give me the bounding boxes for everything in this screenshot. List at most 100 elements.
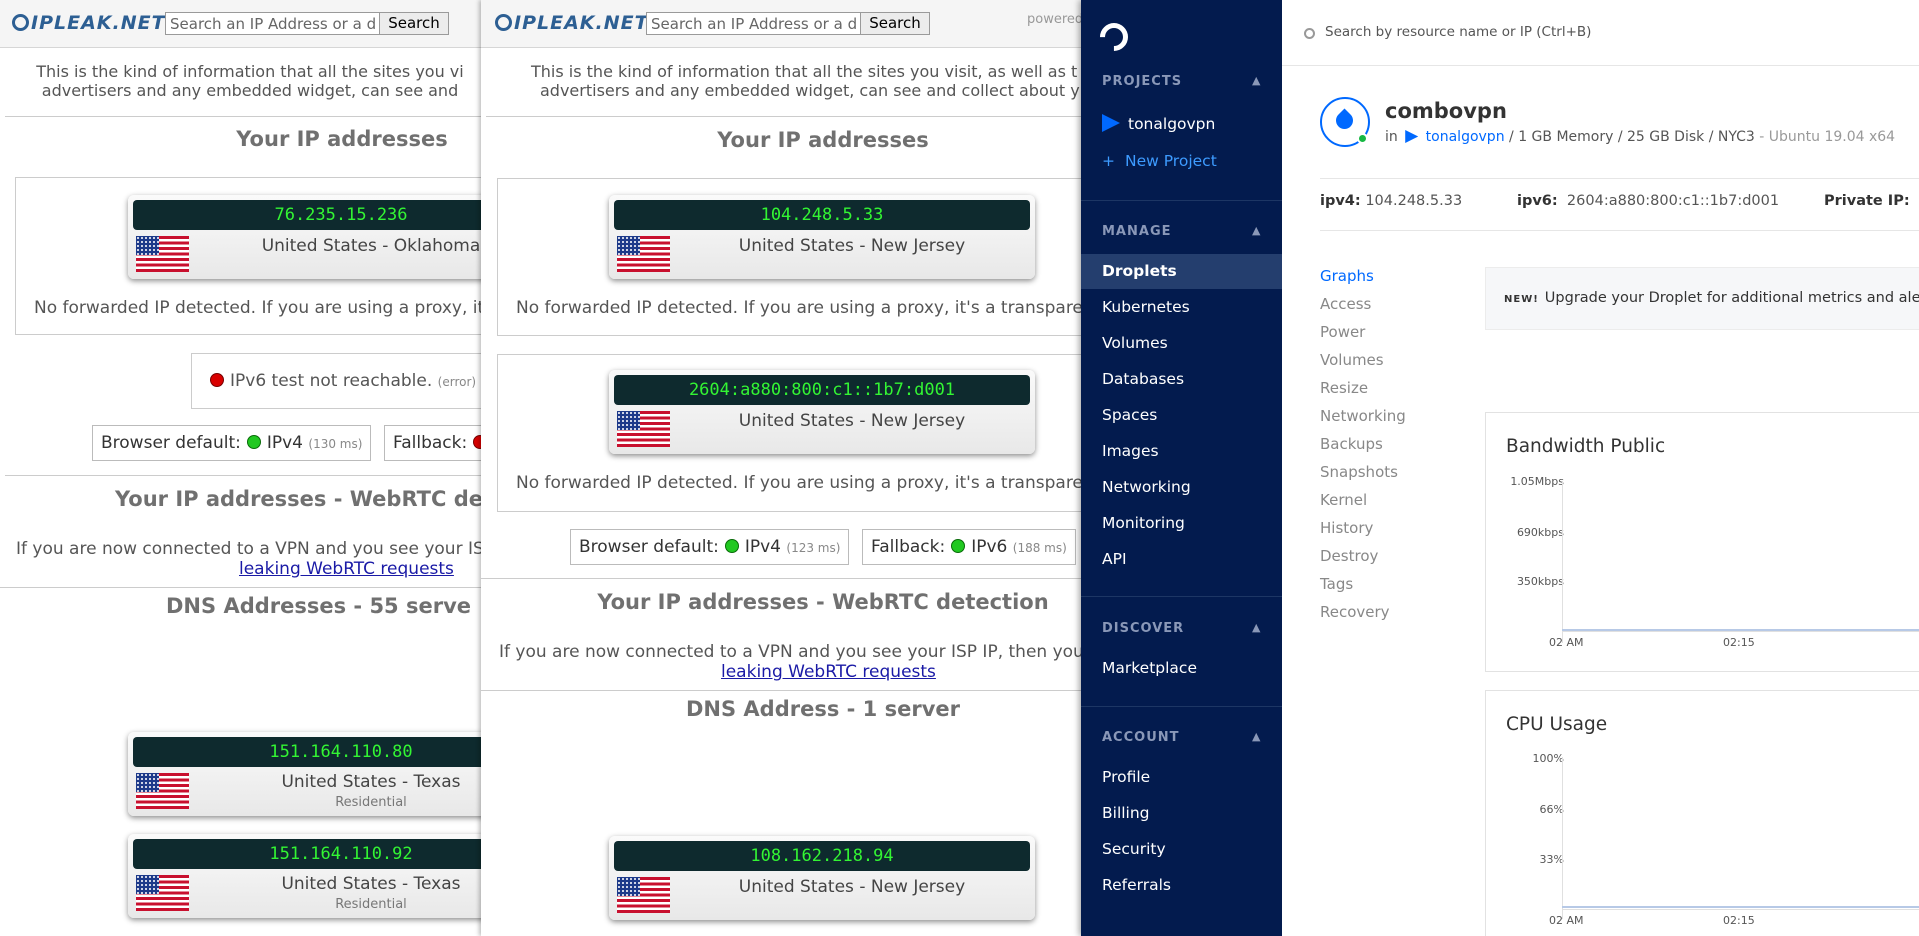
- webrtc-link[interactable]: leaking WebRTC requests: [721, 662, 936, 682]
- droplet-specs: / 1 GB Memory / 25 GB Disk / NYC3: [1509, 129, 1755, 145]
- search-button[interactable]: Search: [379, 12, 449, 35]
- sidebar-item-security[interactable]: Security: [1102, 840, 1166, 858]
- tab-power[interactable]: Power: [1320, 323, 1365, 341]
- ipv6-value[interactable]: 2604:a880:800:c1::1b7:d001: [1567, 193, 1779, 209]
- graph-title: Bandwidth Public: [1506, 436, 1666, 457]
- browser-default-ms: (130 ms): [308, 437, 363, 451]
- x-axis: [1562, 631, 1919, 632]
- bandwidth-graph: Bandwidth Public 1.05Mbps 690kbps 350kbp…: [1485, 412, 1919, 672]
- webrtc-text: If you are now connected to a VPN and yo…: [16, 539, 481, 559]
- fallback-pill: Fallback: IPv6 (188 ms): [862, 529, 1076, 565]
- sidebar-item-referrals[interactable]: Referrals: [1102, 876, 1171, 894]
- webrtc-link[interactable]: leaking WebRTC requests: [239, 559, 454, 579]
- tab-recovery[interactable]: Recovery: [1320, 603, 1390, 621]
- search-input[interactable]: Search an IP Address or a d: [646, 12, 861, 35]
- resource-search-input[interactable]: Search by resource name or IP (Ctrl+B): [1325, 24, 1591, 40]
- dns-ip[interactable]: 151.164.110.80: [133, 737, 481, 767]
- powered-by: powered: [1027, 12, 1081, 27]
- fallback-label: Fallback:: [871, 537, 946, 557]
- ipv6-address[interactable]: 2604:a880:800:c1::1b7:d001: [614, 375, 1030, 405]
- divider: [1320, 178, 1919, 179]
- dns-ip[interactable]: 108.162.218.94: [614, 841, 1030, 871]
- chevron-up-icon[interactable]: ▲: [1252, 621, 1260, 634]
- droplet-meta: in tonalgovpn / 1 GB Memory / 25 GB Disk…: [1385, 129, 1895, 145]
- sidebar-item-networking[interactable]: Networking: [1102, 478, 1191, 496]
- sidebar-item-databases[interactable]: Databases: [1102, 370, 1184, 388]
- tab-volumes[interactable]: Volumes: [1320, 351, 1384, 369]
- upgrade-message[interactable]: Upgrade your Droplet for additional metr…: [1545, 290, 1919, 306]
- search-input[interactable]: Search an IP Address or a d: [165, 12, 380, 35]
- ipleak-logo[interactable]: IPLEAK.NET: [495, 12, 649, 34]
- private-ip-label: Private IP:: [1824, 193, 1910, 209]
- ipleak-logo[interactable]: IPLEAK.NET: [12, 12, 166, 34]
- sidebar-item-billing[interactable]: Billing: [1102, 804, 1150, 822]
- no-forward-note: No forwarded IP detected. If you are usi…: [516, 473, 1081, 493]
- sidebar-item-kubernetes[interactable]: Kubernetes: [1102, 298, 1190, 316]
- divider: [486, 116, 1081, 117]
- divider: [1081, 706, 1282, 707]
- intro-line-1: This is the kind of information that all…: [531, 62, 1078, 81]
- chevron-up-icon[interactable]: ▲: [1252, 730, 1260, 743]
- tab-destroy[interactable]: Destroy: [1320, 547, 1378, 565]
- magnifier-icon: [12, 14, 29, 31]
- project-name: tonalgovpn: [1128, 115, 1216, 133]
- section-discover: DISCOVER: [1102, 621, 1185, 636]
- tab-history[interactable]: History: [1320, 519, 1373, 537]
- y-tick: 100%: [1532, 752, 1564, 765]
- dns-ip[interactable]: 151.164.110.92: [133, 839, 481, 869]
- x-tick: 02:15: [1723, 636, 1755, 649]
- browser-default-proto: IPv4: [744, 537, 781, 557]
- sidebar-item-spaces[interactable]: Spaces: [1102, 406, 1157, 424]
- project-link[interactable]: tonalgovpn: [1426, 129, 1505, 145]
- green-dot-icon: [724, 539, 739, 553]
- dns-card: 151.164.110.92 United States - Texas Res…: [128, 834, 481, 918]
- sidebar-item-marketplace[interactable]: Marketplace: [1102, 659, 1197, 677]
- logo-text: IPLEAK.NET: [514, 12, 649, 34]
- browser-default-pill: Browser default: IPv4 (130 ms): [92, 425, 372, 461]
- sidebar-item-api[interactable]: API: [1102, 550, 1127, 568]
- ipleak-header: IPLEAK.NET Search an IP Address or a d S…: [0, 0, 481, 48]
- ipv4-address[interactable]: 104.248.5.33: [614, 200, 1030, 230]
- tab-resize[interactable]: Resize: [1320, 379, 1368, 397]
- dns-heading: DNS Addresses - 55 serve: [166, 594, 472, 618]
- sidebar-item-volumes[interactable]: Volumes: [1102, 334, 1168, 352]
- tab-backups[interactable]: Backups: [1320, 435, 1383, 453]
- sidebar-item-monitoring[interactable]: Monitoring: [1102, 514, 1185, 532]
- dns-card: 108.162.218.94 United States - New Jerse…: [609, 836, 1035, 920]
- sidebar-item-images[interactable]: Images: [1102, 442, 1159, 460]
- divider: [0, 587, 481, 588]
- digitalocean-logo-icon[interactable]: [1094, 17, 1134, 57]
- browser-default-label: Browser default:: [579, 537, 719, 557]
- status-online-icon: [1357, 133, 1368, 144]
- sidebar-item-profile[interactable]: Profile: [1102, 768, 1150, 786]
- sidebar-nav: PROJECTS ▲ tonalgovpn + New Project MANAG…: [1081, 0, 1282, 936]
- divider: [481, 578, 1081, 579]
- webrtc-text: If you are now connected to a VPN and yo…: [499, 642, 1081, 662]
- ipv4-info: ipv4: 104.248.5.33: [1320, 193, 1462, 209]
- dns-location: United States - New Jersey: [738, 877, 966, 897]
- tab-access[interactable]: Access: [1320, 295, 1371, 313]
- y-axis: [1562, 481, 1563, 643]
- ipv4-value[interactable]: 104.248.5.33: [1365, 193, 1462, 209]
- section-manage: MANAGE: [1102, 224, 1172, 239]
- intro-text: This is the kind of information that all…: [531, 62, 1081, 100]
- us-flag-icon: [136, 773, 189, 809]
- chevron-up-icon[interactable]: ▲: [1252, 74, 1260, 87]
- tab-networking[interactable]: Networking: [1320, 407, 1406, 425]
- tab-snapshots[interactable]: Snapshots: [1320, 463, 1398, 481]
- dns-type: Residential: [335, 795, 407, 810]
- tab-kernel[interactable]: Kernel: [1320, 491, 1367, 509]
- tab-tags[interactable]: Tags: [1320, 575, 1353, 593]
- sidebar-item-project[interactable]: tonalgovpn: [1102, 114, 1215, 133]
- ip-address[interactable]: 76.235.15.236: [133, 200, 481, 230]
- us-flag-icon: [617, 236, 670, 272]
- divider: [5, 116, 481, 117]
- browser-default-ms: (123 ms): [786, 541, 841, 555]
- sidebar-item-droplets[interactable]: Droplets: [1102, 262, 1177, 280]
- magnifier-icon: [495, 14, 512, 31]
- search-button[interactable]: Search: [860, 12, 930, 35]
- intro-line-2: advertisers and any embedded widget, can…: [41, 81, 459, 100]
- tab-graphs[interactable]: Graphs: [1320, 267, 1374, 285]
- sidebar-item-new-project[interactable]: + New Project: [1102, 152, 1217, 170]
- chevron-up-icon[interactable]: ▲: [1252, 224, 1260, 237]
